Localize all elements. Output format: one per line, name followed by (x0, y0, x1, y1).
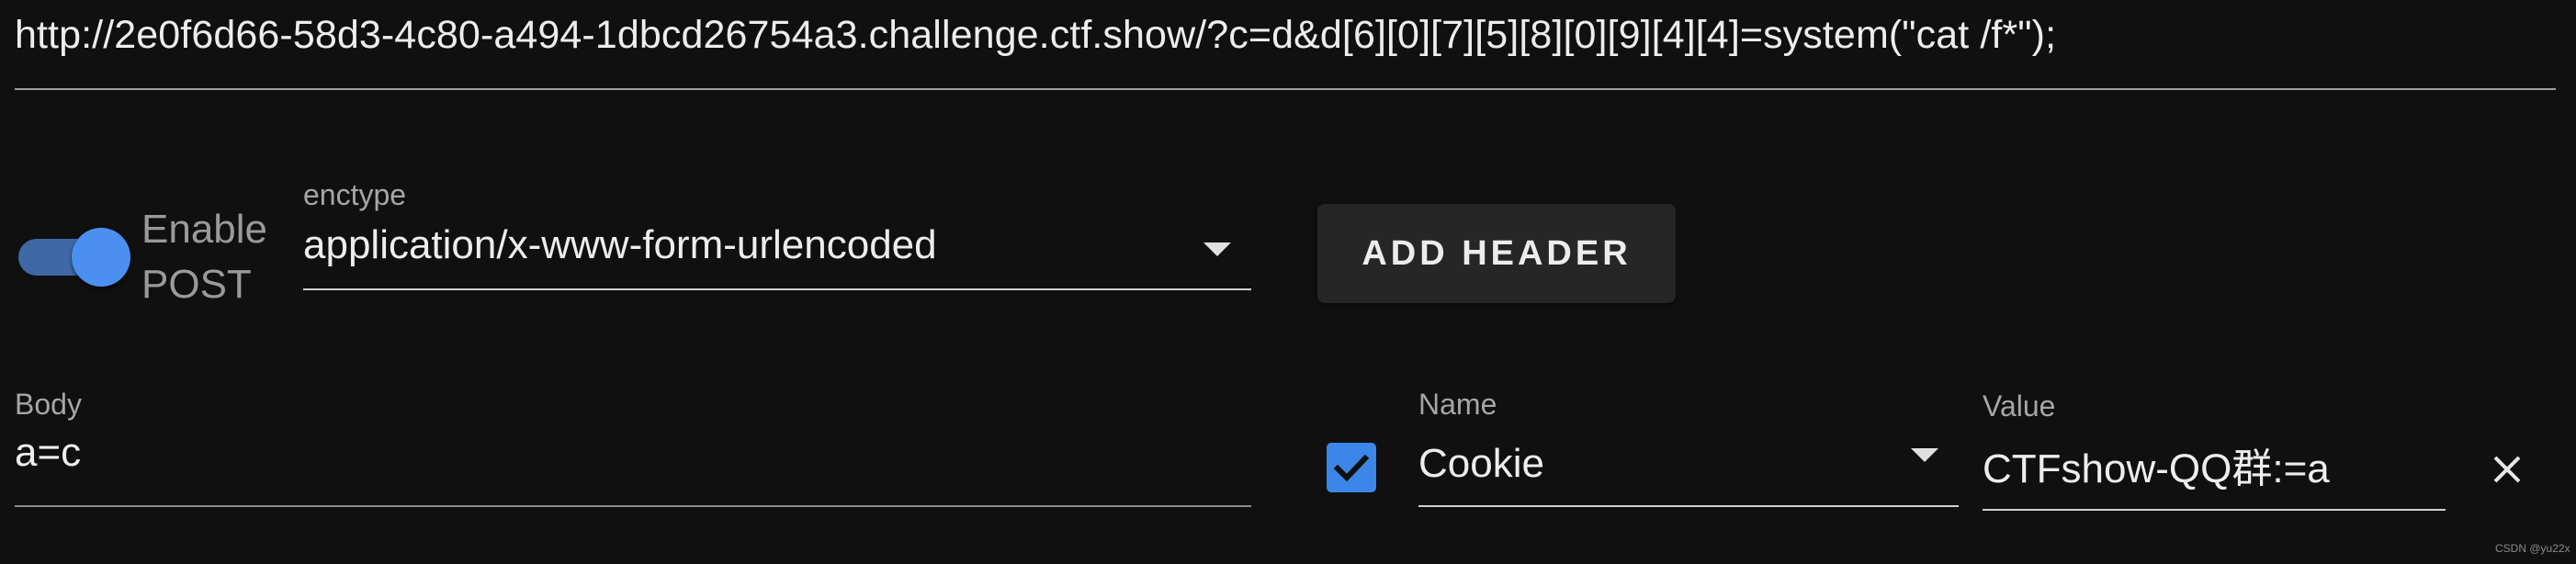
enctype-select[interactable]: enctype application/x-www-form-urlencode… (303, 175, 1251, 290)
close-icon (2493, 456, 2521, 483)
header-name-label: Name (1418, 388, 1497, 421)
header-name-value: Cookie (1418, 441, 1544, 486)
header-value-label: Value (1983, 389, 2056, 423)
body-label: Body (15, 388, 82, 421)
body-underline (15, 505, 1251, 507)
enable-post-label: Enable POST (141, 207, 268, 307)
chevron-down-icon[interactable] (1203, 243, 1231, 256)
body-input[interactable]: Body a=c (15, 384, 1251, 507)
checkbox-checked-icon (1333, 454, 1370, 482)
header-enabled-checkbox[interactable] (1327, 443, 1376, 492)
url-text[interactable]: http://2e0f6d66-58d3-4c80-a494-1dbcd2675… (15, 13, 2056, 58)
header-value-value[interactable]: CTFshow-QQ群:=a (1983, 435, 2330, 494)
header-value-input[interactable]: Value CTFshow-QQ群:=a (1983, 384, 2446, 511)
add-header-label: ADD HEADER (1361, 233, 1632, 273)
chevron-down-icon[interactable] (1911, 448, 1938, 462)
body-value[interactable]: a=c (15, 430, 81, 476)
enctype-underline (303, 288, 1251, 290)
add-header-button[interactable]: ADD HEADER (1317, 204, 1676, 303)
header-name-select[interactable]: Name Cookie (1418, 384, 1959, 507)
toggle-switch-icon (72, 228, 130, 287)
url-input[interactable]: http://2e0f6d66-58d3-4c80-a494-1dbcd2675… (15, 0, 2556, 90)
remove-header-button[interactable] (2488, 450, 2526, 489)
enable-post-toggle[interactable] (18, 228, 130, 287)
header-value-underline (1983, 509, 2446, 511)
header-name-underline (1418, 505, 1959, 507)
watermark: CSDN @yu22x (2495, 542, 2570, 555)
enctype-value: application/x-www-form-urlencoded (303, 222, 937, 267)
enctype-label: enctype (303, 178, 407, 211)
